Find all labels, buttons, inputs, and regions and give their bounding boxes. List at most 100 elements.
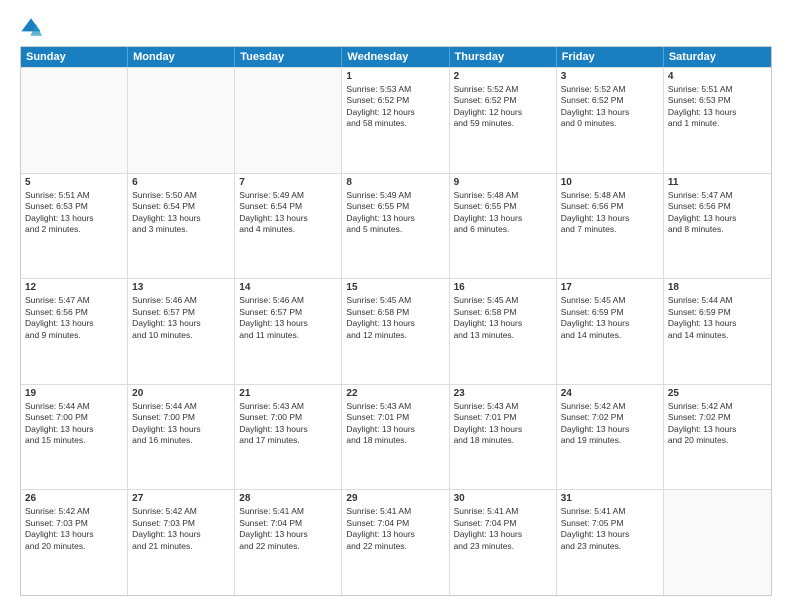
calendar-cell-26: 26 Sunrise: 5:42 AM Sunset: 7:03 PM Dayli… [21,490,128,595]
day-number: 27 [132,493,230,504]
calendar-cell-20: 20 Sunrise: 5:44 AM Sunset: 7:00 PM Dayli… [128,385,235,490]
calendar-cell-3: 3 Sunrise: 5:52 AM Sunset: 6:52 PM Daylig… [557,68,664,173]
calendar-cell-empty [664,490,771,595]
calendar-cell-31: 31Sunrise: 5:41 AM Sunset: 7:05 PM Dayli… [557,490,664,595]
cell-content: Sunrise: 5:43 AM Sunset: 7:01 PM Dayligh… [346,401,444,447]
cell-content: Sunrise: 5:53 AM Sunset: 6:52 PM Dayligh… [346,84,444,130]
logo-icon [20,16,42,38]
cell-content: Sunrise: 5:47 AM Sunset: 6:56 PM Dayligh… [25,295,123,341]
day-number: 12 [25,282,123,293]
calendar-cell-9: 9 Sunrise: 5:48 AM Sunset: 6:55 PM Daylig… [450,174,557,279]
calendar-cell-19: 19 Sunrise: 5:44 AM Sunset: 7:00 PM Dayli… [21,385,128,490]
header [20,16,772,38]
calendar-cell-empty [235,68,342,173]
page: SundayMondayTuesdayWednesdayThursdayFrid… [0,0,792,612]
calendar-cell-14: 14 Sunrise: 5:46 AM Sunset: 6:57 PM Dayli… [235,279,342,384]
day-number: 30 [454,493,552,504]
header-day-saturday: Saturday [664,47,771,67]
day-number: 13 [132,282,230,293]
calendar-cell-10: 10Sunrise: 5:48 AM Sunset: 6:56 PM Dayli… [557,174,664,279]
calendar-cell-18: 18Sunrise: 5:44 AM Sunset: 6:59 PM Dayli… [664,279,771,384]
cell-content: Sunrise: 5:42 AM Sunset: 7:03 PM Dayligh… [25,506,123,552]
cell-content: Sunrise: 5:51 AM Sunset: 6:53 PM Dayligh… [25,190,123,236]
calendar-cell-29: 29 Sunrise: 5:41 AM Sunset: 7:04 PM Dayli… [342,490,449,595]
header-day-monday: Monday [128,47,235,67]
day-number: 25 [668,388,767,399]
calendar-cell-1: 1Sunrise: 5:53 AM Sunset: 6:52 PM Daylig… [342,68,449,173]
calendar-header: SundayMondayTuesdayWednesdayThursdayFrid… [21,47,771,67]
header-day-friday: Friday [557,47,664,67]
calendar-row-0: 1Sunrise: 5:53 AM Sunset: 6:52 PM Daylig… [21,67,771,173]
day-number: 5 [25,177,123,188]
calendar-cell-27: 27 Sunrise: 5:42 AM Sunset: 7:03 PM Dayli… [128,490,235,595]
calendar-cell-6: 6 Sunrise: 5:50 AM Sunset: 6:54 PM Daylig… [128,174,235,279]
cell-content: Sunrise: 5:44 AM Sunset: 7:00 PM Dayligh… [25,401,123,447]
calendar-row-3: 19 Sunrise: 5:44 AM Sunset: 7:00 PM Dayli… [21,384,771,490]
day-number: 7 [239,177,337,188]
cell-content: Sunrise: 5:43 AM Sunset: 7:01 PM Dayligh… [454,401,552,447]
calendar-cell-empty [128,68,235,173]
calendar-cell-5: 5 Sunrise: 5:51 AM Sunset: 6:53 PM Daylig… [21,174,128,279]
calendar-cell-28: 28Sunrise: 5:41 AM Sunset: 7:04 PM Dayli… [235,490,342,595]
day-number: 29 [346,493,444,504]
calendar-cell-12: 12 Sunrise: 5:47 AM Sunset: 6:56 PM Dayli… [21,279,128,384]
header-day-tuesday: Tuesday [235,47,342,67]
cell-content: Sunrise: 5:52 AM Sunset: 6:52 PM Dayligh… [561,84,659,130]
calendar-cell-7: 7Sunrise: 5:49 AM Sunset: 6:54 PM Daylig… [235,174,342,279]
cell-content: Sunrise: 5:41 AM Sunset: 7:05 PM Dayligh… [561,506,659,552]
cell-content: Sunrise: 5:42 AM Sunset: 7:02 PM Dayligh… [668,401,767,447]
cell-content: Sunrise: 5:46 AM Sunset: 6:57 PM Dayligh… [132,295,230,341]
day-number: 22 [346,388,444,399]
calendar-cell-empty [21,68,128,173]
cell-content: Sunrise: 5:50 AM Sunset: 6:54 PM Dayligh… [132,190,230,236]
cell-content: Sunrise: 5:42 AM Sunset: 7:02 PM Dayligh… [561,401,659,447]
calendar-row-4: 26 Sunrise: 5:42 AM Sunset: 7:03 PM Dayli… [21,489,771,595]
day-number: 9 [454,177,552,188]
calendar-cell-11: 11Sunrise: 5:47 AM Sunset: 6:56 PM Dayli… [664,174,771,279]
calendar-row-2: 12 Sunrise: 5:47 AM Sunset: 6:56 PM Dayli… [21,278,771,384]
cell-content: Sunrise: 5:45 AM Sunset: 6:59 PM Dayligh… [561,295,659,341]
cell-content: Sunrise: 5:51 AM Sunset: 6:53 PM Dayligh… [668,84,767,130]
cell-content: Sunrise: 5:41 AM Sunset: 7:04 PM Dayligh… [239,506,337,552]
calendar-body: 1Sunrise: 5:53 AM Sunset: 6:52 PM Daylig… [21,67,771,595]
calendar-row-1: 5 Sunrise: 5:51 AM Sunset: 6:53 PM Daylig… [21,173,771,279]
cell-content: Sunrise: 5:41 AM Sunset: 7:04 PM Dayligh… [454,506,552,552]
day-number: 21 [239,388,337,399]
cell-content: Sunrise: 5:48 AM Sunset: 6:55 PM Dayligh… [454,190,552,236]
calendar-cell-13: 13 Sunrise: 5:46 AM Sunset: 6:57 PM Dayli… [128,279,235,384]
calendar-cell-23: 23Sunrise: 5:43 AM Sunset: 7:01 PM Dayli… [450,385,557,490]
day-number: 19 [25,388,123,399]
cell-content: Sunrise: 5:44 AM Sunset: 6:59 PM Dayligh… [668,295,767,341]
day-number: 26 [25,493,123,504]
day-number: 16 [454,282,552,293]
cell-content: Sunrise: 5:48 AM Sunset: 6:56 PM Dayligh… [561,190,659,236]
cell-content: Sunrise: 5:47 AM Sunset: 6:56 PM Dayligh… [668,190,767,236]
cell-content: Sunrise: 5:49 AM Sunset: 6:55 PM Dayligh… [346,190,444,236]
day-number: 20 [132,388,230,399]
calendar-cell-22: 22 Sunrise: 5:43 AM Sunset: 7:01 PM Dayli… [342,385,449,490]
day-number: 8 [346,177,444,188]
calendar-cell-15: 15Sunrise: 5:45 AM Sunset: 6:58 PM Dayli… [342,279,449,384]
calendar-cell-8: 8 Sunrise: 5:49 AM Sunset: 6:55 PM Daylig… [342,174,449,279]
calendar-cell-4: 4Sunrise: 5:51 AM Sunset: 6:53 PM Daylig… [664,68,771,173]
day-number: 6 [132,177,230,188]
cell-content: Sunrise: 5:43 AM Sunset: 7:00 PM Dayligh… [239,401,337,447]
day-number: 3 [561,71,659,82]
calendar-cell-16: 16 Sunrise: 5:45 AM Sunset: 6:58 PM Dayli… [450,279,557,384]
calendar-cell-21: 21 Sunrise: 5:43 AM Sunset: 7:00 PM Dayli… [235,385,342,490]
calendar-cell-2: 2 Sunrise: 5:52 AM Sunset: 6:52 PM Daylig… [450,68,557,173]
header-day-sunday: Sunday [21,47,128,67]
cell-content: Sunrise: 5:45 AM Sunset: 6:58 PM Dayligh… [454,295,552,341]
cell-content: Sunrise: 5:52 AM Sunset: 6:52 PM Dayligh… [454,84,552,130]
cell-content: Sunrise: 5:42 AM Sunset: 7:03 PM Dayligh… [132,506,230,552]
calendar-cell-24: 24 Sunrise: 5:42 AM Sunset: 7:02 PM Dayli… [557,385,664,490]
cell-content: Sunrise: 5:44 AM Sunset: 7:00 PM Dayligh… [132,401,230,447]
day-number: 2 [454,71,552,82]
cell-content: Sunrise: 5:46 AM Sunset: 6:57 PM Dayligh… [239,295,337,341]
header-day-wednesday: Wednesday [342,47,449,67]
day-number: 24 [561,388,659,399]
calendar-cell-25: 25 Sunrise: 5:42 AM Sunset: 7:02 PM Dayli… [664,385,771,490]
cell-content: Sunrise: 5:41 AM Sunset: 7:04 PM Dayligh… [346,506,444,552]
cell-content: Sunrise: 5:45 AM Sunset: 6:58 PM Dayligh… [346,295,444,341]
day-number: 14 [239,282,337,293]
